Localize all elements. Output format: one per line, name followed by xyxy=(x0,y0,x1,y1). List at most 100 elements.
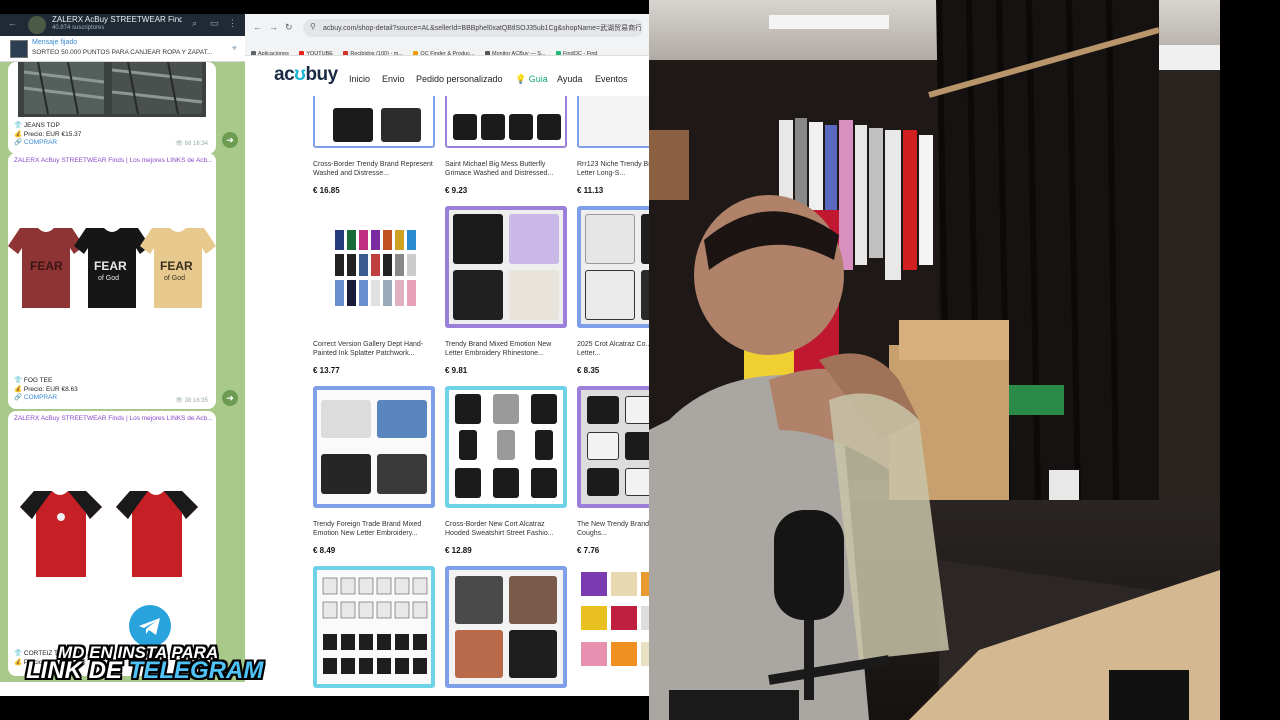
product-card[interactable] xyxy=(445,206,567,328)
forward-button[interactable]: ➜ xyxy=(222,132,238,148)
post-meta: 👁 68 16:34 xyxy=(175,141,208,147)
nav-ayuda[interactable]: Ayuda xyxy=(557,74,582,84)
pinned-message[interactable]: Mensaje fijado SORTEO 50.000 PUNTOS PARA… xyxy=(0,36,245,62)
product-title[interactable]: Correct Version Gallery Dept Hand-Painte… xyxy=(313,340,435,358)
nav-eventos[interactable]: Eventos xyxy=(595,74,628,84)
logo-part-a: ac xyxy=(274,64,295,85)
product-card[interactable] xyxy=(577,206,649,328)
shirt-shape xyxy=(641,214,649,264)
product-title[interactable]: Rrr123 Niche Trendy Brand Graffiti Lette… xyxy=(577,160,649,178)
nav-envio[interactable]: Envio xyxy=(382,74,405,84)
search-icon[interactable]: ⌕ xyxy=(192,18,197,29)
product-image xyxy=(449,210,563,324)
bookmarks-bar: Aplicaciones YOUTUBE Recibidos (100) - m… xyxy=(245,42,649,56)
product-card[interactable] xyxy=(577,386,649,508)
post-buy-link[interactable]: COMPRAR xyxy=(24,139,57,146)
shirt-shape xyxy=(585,270,635,320)
jacket-shape xyxy=(321,454,371,494)
product-title[interactable]: Cross-Border New Cort Alcatraz Hooded Sw… xyxy=(445,520,567,538)
overlay-line-2-a: LINK DE xyxy=(26,657,129,684)
product-image xyxy=(537,114,561,140)
of-god-text-3: of God xyxy=(164,275,185,282)
post-image[interactable]: FEAR FEAR of God FEAR of God xyxy=(8,213,216,323)
product-title[interactable]: Trendy Foreign Trade Brand Mixed Emotion… xyxy=(313,520,435,538)
post-price: Precio: EUR €8.63 xyxy=(23,385,78,393)
channel-avatar[interactable] xyxy=(28,16,46,34)
bookmark-qcfinder[interactable]: QC Finder & Produc... xyxy=(413,47,475,56)
product-card[interactable] xyxy=(313,96,435,148)
nav-pedido-personalizado[interactable]: Pedido personalizado xyxy=(416,74,503,84)
product-card[interactable] xyxy=(577,566,649,688)
post-caption: 👕 JEANS TOP 💰 Precio: EUR €15.37 🔗 COMPR… xyxy=(14,122,82,146)
back-icon[interactable]: ← xyxy=(253,22,262,32)
bulb-icon: 💡 xyxy=(515,74,527,84)
product-card[interactable] xyxy=(313,206,435,328)
back-arrow-icon[interactable]: ← xyxy=(8,18,17,28)
product-card[interactable] xyxy=(313,386,435,508)
product-card[interactable] xyxy=(313,566,435,688)
post-corteiz-tee[interactable]: ZALERX AcBuy STREETWEAR Finds | Los mejo… xyxy=(8,411,216,676)
post-buy-link[interactable]: COMPRAR xyxy=(24,394,57,401)
product-price: € 13.77 xyxy=(313,366,340,375)
bookmark-monitor[interactable]: Monitor ACBuy — S... xyxy=(484,47,545,55)
bookmark-apps[interactable]: Aplicaciones xyxy=(251,47,289,55)
jacket-shape xyxy=(377,454,427,494)
acbuy-logo[interactable]: acʊbuy xyxy=(274,64,338,86)
product-card[interactable] xyxy=(445,96,567,148)
bookmark-label: FindQC - Find xyxy=(562,51,598,56)
product-image xyxy=(481,114,505,140)
product-image xyxy=(453,114,477,140)
browser-toolbar: ← → ↻ ⚲ acbuy.com/shop-detail?source=AL&… xyxy=(245,14,649,42)
logo-part-b: buy xyxy=(305,64,338,85)
product-title[interactable]: Cross-Border Trendy Brand Represent Wash… xyxy=(313,160,435,178)
bookmark-label: QC Finder & Produc... xyxy=(420,51,475,56)
telegram-header[interactable]: ← ZALERX AcBuy STREETWEAR Finds | Los...… xyxy=(0,14,245,36)
pinned-thumbnail xyxy=(10,40,28,58)
shirt-shape xyxy=(641,270,649,320)
post-fog-tee[interactable]: ZALERX AcBuy STREETWEAR Finds | Los mejo… xyxy=(8,153,216,409)
tee-grid-image xyxy=(322,577,428,674)
forward-icon[interactable]: → xyxy=(269,22,278,32)
product-price: € 9.23 xyxy=(445,186,468,195)
jacket-shape xyxy=(455,630,503,678)
pinned-label: Mensaje fijado xyxy=(32,39,78,46)
product-image xyxy=(333,108,373,142)
address-bar[interactable]: ⚲ acbuy.com/shop-detail?source=AL&seller… xyxy=(303,19,643,37)
hoodie-shape xyxy=(493,468,519,498)
fear-text-2: FEAR xyxy=(94,259,127,273)
hoodie-shape xyxy=(531,468,557,498)
product-card[interactable] xyxy=(445,386,567,508)
site-info-icon[interactable]: ⚲ xyxy=(310,22,316,31)
bookmark-findqc[interactable]: FindQC - Find xyxy=(555,47,598,56)
post-jeans-top[interactable]: 👕 JEANS TOP 💰 Precio: EUR €15.37 🔗 COMPR… xyxy=(8,62,216,154)
reload-icon[interactable]: ↻ xyxy=(285,22,293,33)
bookmark-youtube[interactable]: YOUTUBE xyxy=(299,47,333,55)
fog-tee-image: FEAR FEAR of God FEAR of God xyxy=(8,228,216,308)
forward-button[interactable]: ➜ xyxy=(222,390,238,406)
product-title[interactable]: 2025 Crot Alcatraz Co... Trendy Brand Le… xyxy=(577,340,649,358)
nav-inicio[interactable]: Inicio xyxy=(349,74,370,84)
more-icon[interactable]: ⋮ xyxy=(228,18,237,29)
post-image[interactable] xyxy=(8,62,216,117)
post-header: ZALERX AcBuy STREETWEAR Finds | Los mejo… xyxy=(14,157,213,164)
nav-guia-label: Guia xyxy=(528,74,548,84)
post-image[interactable] xyxy=(8,481,216,581)
bookmark-gmail[interactable]: Recibidos (100) - m... xyxy=(343,47,403,55)
product-card[interactable] xyxy=(577,96,649,148)
product-image xyxy=(581,210,649,324)
pin-icon[interactable]: ⌖ xyxy=(232,43,237,54)
product-price: € 9.81 xyxy=(445,366,468,375)
chat-icon[interactable]: ▭ xyxy=(210,18,219,29)
webcam-scene-image xyxy=(649,0,1220,720)
logo-u-mark: ʊ xyxy=(294,64,306,85)
jacket-shape xyxy=(509,630,557,678)
nav-guia[interactable]: 💡 Guia xyxy=(515,74,548,85)
channel-name: ZALERX AcBuy STREETWEAR Finds | Los... xyxy=(52,15,182,24)
hoodie-shape xyxy=(493,394,519,424)
product-title[interactable]: The New Trendy Brand Awful Lot of Coughs… xyxy=(577,520,649,538)
product-card[interactable] xyxy=(445,566,567,688)
product-title[interactable]: Trendy Brand Mixed Emotion New Letter Em… xyxy=(445,340,567,358)
product-title[interactable]: Saint Michael Big Mess Butterfly Grimace… xyxy=(445,160,567,178)
tee-shape xyxy=(587,396,619,424)
fear-text-3: FEAR xyxy=(160,259,193,273)
